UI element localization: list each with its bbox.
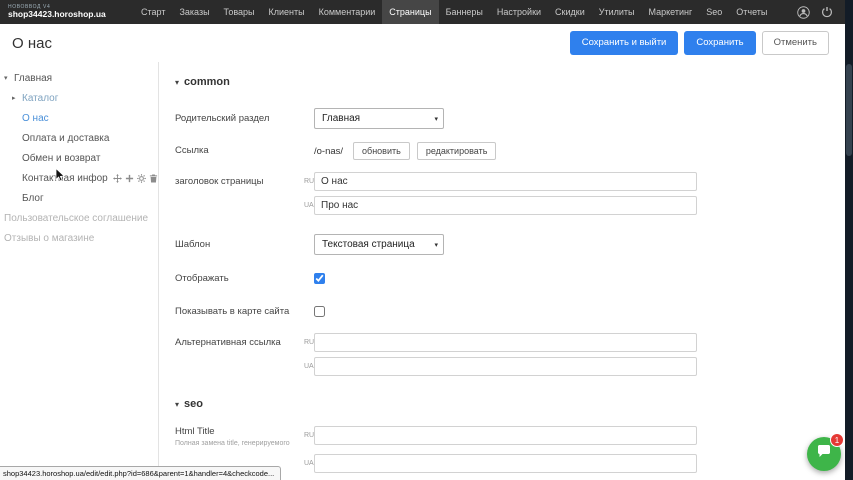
link-label: Ссылка	[175, 145, 304, 157]
html-title-ua-input[interactable]	[314, 454, 697, 473]
alt-link-ru-input[interactable]	[314, 333, 697, 352]
add-page-icon[interactable]	[125, 174, 134, 183]
template-select[interactable]: Текстовая страница ▾	[314, 234, 444, 255]
html-title-hint: Полная замена title, генерируемого	[175, 440, 304, 449]
chevron-down-icon: ▾	[434, 115, 438, 123]
menu-item-discounts[interactable]: Скидки	[548, 0, 592, 24]
lang-ru-label: RU	[304, 178, 314, 185]
lang-ua-label: UA	[304, 363, 314, 370]
topbar: НОВОВВОД V4 shop34423.horoshop.ua Старт …	[0, 0, 853, 24]
tree-item-exchange-return[interactable]: Обмен и возврат	[0, 148, 158, 168]
lang-ru-label: RU	[304, 432, 314, 439]
section-header-common[interactable]: ▾ common	[175, 76, 853, 88]
browser-status-url: shop34423.horoshop.ua/edit/edit.php?id=6…	[0, 466, 281, 480]
parent-section-label: Родительский раздел	[175, 113, 304, 125]
menu-item-utilities[interactable]: Утилиты	[592, 0, 642, 24]
logo-domain: shop34423.horoshop.ua	[8, 10, 110, 19]
page-title-label: заголовок страницы	[175, 176, 304, 188]
link-value: /o-nas/	[314, 146, 343, 157]
page-header: О нас Сохранить и выйти Сохранить Отмени…	[0, 24, 853, 62]
move-icon[interactable]	[113, 174, 122, 183]
lang-ua-label: UA	[304, 202, 314, 209]
page-scrollbar-thumb[interactable]	[846, 64, 852, 156]
menu-item-orders[interactable]: Заказы	[172, 0, 216, 24]
logo[interactable]: НОВОВВОД V4 shop34423.horoshop.ua	[8, 5, 110, 20]
chat-widget-button[interactable]: 1	[807, 437, 841, 471]
cancel-button[interactable]: Отменить	[762, 31, 829, 55]
menu-item-comments[interactable]: Комментарии	[312, 0, 383, 24]
sitemap-label: Показывать в карте сайта	[175, 306, 304, 318]
display-checkbox[interactable]	[314, 273, 325, 284]
chat-unread-badge: 1	[830, 433, 844, 447]
chevron-down-icon[interactable]: ▾	[4, 74, 14, 82]
menu-item-pages[interactable]: Страницы	[382, 0, 438, 24]
display-label: Отображать	[175, 273, 304, 285]
tree-item-payment-delivery[interactable]: Оплата и доставка	[0, 128, 158, 148]
alt-link-label: Альтернативная ссылка	[175, 337, 304, 349]
sitemap-checkbox[interactable]	[314, 306, 325, 317]
chevron-down-icon: ▾	[175, 400, 179, 409]
page-scrollbar-track[interactable]	[845, 0, 853, 480]
parent-section-select[interactable]: Главная ▾	[314, 108, 444, 129]
gear-icon[interactable]	[137, 174, 146, 183]
alt-link-ua-input[interactable]	[314, 357, 697, 376]
tree-item-user-agreement[interactable]: Пользовательское соглашение	[0, 208, 158, 228]
menu-item-products[interactable]: Товары	[217, 0, 262, 24]
chevron-right-icon[interactable]: ▸	[12, 94, 22, 102]
tree-item-store-reviews[interactable]: Отзывы о магазине	[0, 228, 158, 248]
tree-item-catalog[interactable]: ▸ Каталог	[0, 88, 158, 108]
mouse-cursor-icon	[55, 168, 66, 187]
lang-ua-label: UA	[304, 460, 314, 467]
tree-item-blog[interactable]: Блог	[0, 188, 158, 208]
page-title: О нас	[12, 35, 52, 52]
menu-item-settings[interactable]: Настройки	[490, 0, 548, 24]
html-title-label: Html Title Полная замена title, генериру…	[175, 426, 304, 449]
trash-icon[interactable]	[149, 174, 158, 183]
pages-tree-sidebar: ▾ Главная ▸ Каталог О нас Оплата и доста…	[0, 62, 158, 480]
top-menu: Старт Заказы Товары Клиенты Комментарии …	[134, 0, 797, 24]
menu-item-marketing[interactable]: Маркетинг	[641, 0, 699, 24]
menu-item-reports[interactable]: Отчеты	[729, 0, 774, 24]
chat-bubble-icon	[816, 444, 832, 464]
lang-ru-label: RU	[304, 339, 314, 346]
menu-item-start[interactable]: Старт	[134, 0, 172, 24]
page-edit-form: ▾ common Родительский раздел Главная ▾ С…	[158, 62, 853, 480]
logout-icon[interactable]	[821, 6, 833, 18]
page-title-ua-input[interactable]	[314, 196, 697, 215]
link-edit-button[interactable]: редактировать	[417, 142, 497, 160]
menu-item-clients[interactable]: Клиенты	[262, 0, 312, 24]
tree-item-contacts[interactable]: Контактная инфор	[0, 168, 158, 188]
section-header-seo[interactable]: ▾ seo	[175, 398, 853, 410]
html-title-ru-input[interactable]	[314, 426, 697, 445]
tree-item-home[interactable]: ▾ Главная	[0, 68, 158, 88]
chevron-down-icon: ▾	[434, 241, 438, 249]
page-title-ru-input[interactable]	[314, 172, 697, 191]
save-and-exit-button[interactable]: Сохранить и выйти	[570, 31, 679, 55]
chevron-down-icon: ▾	[175, 78, 179, 87]
template-label: Шаблон	[175, 239, 304, 251]
menu-item-banners[interactable]: Баннеры	[439, 0, 490, 24]
menu-item-seo[interactable]: Seo	[699, 0, 729, 24]
link-refresh-button[interactable]: обновить	[353, 142, 410, 160]
tree-item-about-selected[interactable]: О нас	[0, 108, 158, 128]
save-button[interactable]: Сохранить	[684, 31, 755, 55]
user-icon[interactable]	[797, 6, 810, 19]
